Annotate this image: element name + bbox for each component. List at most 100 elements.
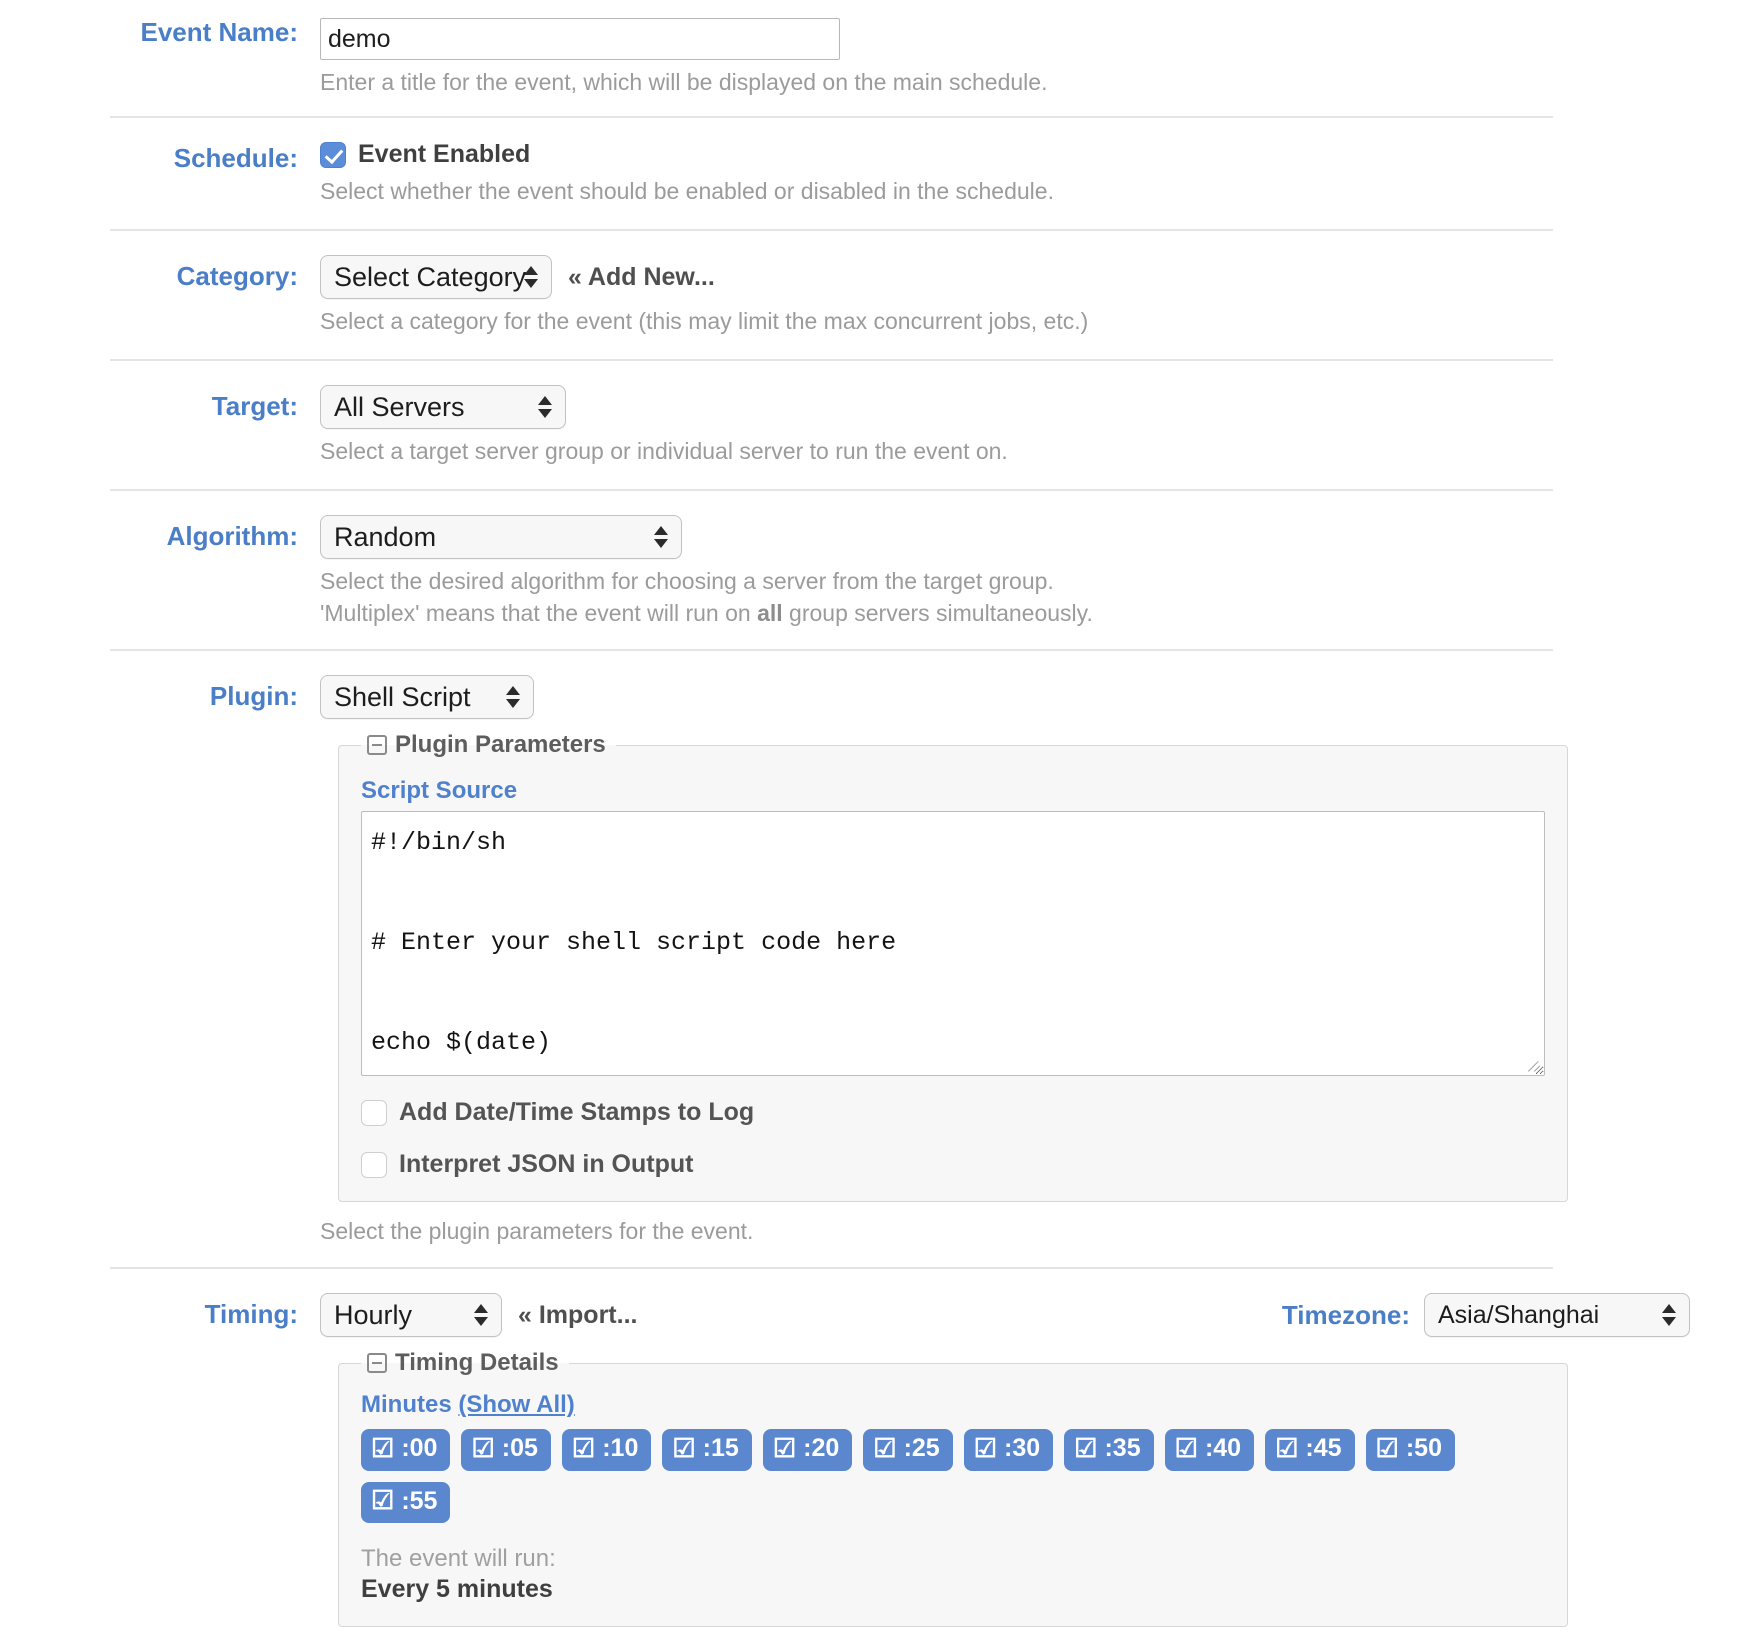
minute-chip[interactable]: ☑:55 (361, 1481, 451, 1523)
minute-chip-label: :45 (1305, 1434, 1342, 1463)
interpret-json-checkbox[interactable] (361, 1151, 387, 1178)
minute-chip-label: :35 (1104, 1434, 1141, 1463)
event-enabled-checkbox[interactable] (320, 141, 346, 168)
timing-import-link[interactable]: « Import... (518, 1301, 637, 1330)
script-source-wrapper: #!/bin/sh # Enter your shell script code… (361, 811, 1545, 1077)
algorithm-hint-bold: all (757, 600, 783, 627)
form-row-event-name: Event Name: Enter a title for the event,… (0, 0, 1758, 116)
minute-chip[interactable]: ☑:50 (1365, 1429, 1455, 1471)
minutes-show-all-link[interactable]: (Show All) (458, 1391, 574, 1418)
target-label: Target: (211, 391, 298, 422)
timing-select[interactable]: Hourly (320, 1293, 502, 1338)
checked-box-icon: ☑ (571, 1432, 596, 1463)
sort-arrows-icon (474, 1300, 488, 1330)
plugin-select[interactable]: Shell Script (320, 675, 534, 720)
minute-chip[interactable]: ☑:05 (461, 1429, 551, 1471)
minutes-chip-list: ☑:00 ☑:05 ☑:10 ☑:15 ☑:20 ☑:25 ☑:30 ☑:35 … (361, 1429, 1545, 1523)
minute-chip-label: :00 (401, 1434, 438, 1463)
plugin-options-list: Add Date/Time Stamps to Log Interpret JS… (361, 1098, 1545, 1179)
plugin-parameters-legend: Plugin Parameters (361, 731, 616, 759)
add-datetime-stamps-label: Add Date/Time Stamps to Log (399, 1098, 755, 1127)
plugin-parameters-fieldset: Plugin Parameters Script Source #!/bin/s… (338, 731, 1568, 1203)
algorithm-select[interactable]: Random (320, 515, 682, 560)
timing-label: Timing: (204, 1299, 298, 1330)
target-select-value: All Servers (334, 392, 465, 423)
event-name-label: Event Name: (140, 17, 299, 47)
algorithm-hint-line2: 'Multiplex' means that the event will ru… (320, 598, 1758, 629)
target-hint: Select a target server group or individu… (320, 438, 1008, 465)
sort-arrows-icon (538, 392, 552, 422)
sort-arrows-icon (506, 682, 520, 712)
minutes-header: Minutes (Show All) (361, 1391, 1545, 1419)
target-select[interactable]: All Servers (320, 385, 566, 430)
plugin-select-value: Shell Script (334, 682, 471, 713)
form-row-timing: Timing: Hourly « Import... Timezone: Asi… (0, 1269, 1758, 1637)
timezone-label: Timezone: (1281, 1299, 1410, 1330)
minute-chip-label: :30 (1004, 1434, 1041, 1463)
checked-box-icon: ☑ (672, 1432, 696, 1463)
checked-box-icon: ☑ (973, 1432, 998, 1463)
form-row-target: Target: All Servers Select a target serv… (0, 361, 1758, 489)
category-select-value: Select Category (334, 262, 527, 293)
will-run-label: The event will run: (361, 1544, 556, 1572)
interpret-json-row[interactable]: Interpret JSON in Output (361, 1150, 1545, 1179)
checked-box-icon: ☑ (772, 1432, 797, 1463)
category-select[interactable]: Select Category (320, 255, 552, 300)
timezone-group: Timezone: Asia/Shanghai (1281, 1293, 1758, 1338)
minute-chip-label: :50 (1405, 1434, 1442, 1463)
checked-box-icon: ☑ (1074, 1432, 1098, 1463)
event-edit-form: Event Name: Enter a title for the event,… (0, 0, 1758, 1637)
event-enabled-label: Event Enabled (358, 140, 531, 169)
form-row-category: Category: Select Category « Add New... S… (0, 231, 1758, 359)
category-add-new-link[interactable]: « Add New... (568, 263, 715, 292)
event-name-input[interactable] (320, 18, 840, 60)
minute-chip-label: :05 (501, 1434, 538, 1463)
form-row-schedule: Schedule: Event Enabled Select whether t… (0, 118, 1758, 229)
algorithm-label: Algorithm: (166, 521, 298, 552)
timing-details-fieldset: Timing Details Minutes (Show All) ☑:00 ☑… (338, 1349, 1568, 1627)
checked-box-icon: ☑ (1174, 1432, 1198, 1463)
minute-chip-label: :10 (602, 1434, 639, 1463)
collapse-icon[interactable] (367, 1353, 387, 1374)
add-datetime-stamps-checkbox[interactable] (361, 1099, 387, 1126)
minutes-label: Minutes (361, 1391, 452, 1419)
minute-chip-label: :20 (803, 1434, 840, 1463)
timing-select-value: Hourly (334, 1300, 413, 1331)
form-row-algorithm: Algorithm: Random Select the desired alg… (0, 491, 1758, 649)
sort-arrows-icon (654, 522, 668, 552)
checked-box-icon: ☑ (873, 1432, 897, 1463)
minute-chip[interactable]: ☑:35 (1064, 1429, 1154, 1471)
add-datetime-stamps-row[interactable]: Add Date/Time Stamps to Log (361, 1098, 1545, 1127)
form-row-plugin: Plugin: Shell Script Plugin Parameters S… (0, 651, 1758, 1267)
checked-box-icon: ☑ (371, 1485, 395, 1516)
minute-chip[interactable]: ☑:15 (662, 1429, 752, 1471)
event-enabled-row[interactable]: Event Enabled (320, 140, 1758, 169)
minute-chip-label: :55 (401, 1486, 438, 1515)
timezone-select[interactable]: Asia/Shanghai (1424, 1293, 1690, 1338)
sort-arrows-icon (1662, 1300, 1676, 1330)
minute-chip[interactable]: ☑:30 (963, 1429, 1054, 1471)
category-label: Category: (176, 261, 298, 292)
minute-chip[interactable]: ☑:25 (863, 1429, 953, 1471)
minute-chip[interactable]: ☑:20 (762, 1429, 853, 1471)
minute-chip-label: :40 (1204, 1434, 1242, 1463)
checked-box-icon: ☑ (471, 1432, 495, 1463)
timing-header: Hourly « Import... Timezone: Asia/Shangh… (320, 1293, 1758, 1338)
minute-chip[interactable]: ☑:00 (361, 1429, 451, 1471)
category-hint: Select a category for the event (this ma… (320, 308, 1089, 335)
plugin-parameters-legend-text: Plugin Parameters (395, 731, 606, 759)
minute-chip[interactable]: ☑:40 (1164, 1429, 1255, 1471)
checked-box-icon: ☑ (371, 1432, 395, 1463)
checked-box-icon: ☑ (1375, 1432, 1399, 1463)
algorithm-hint-line1: Select the desired algorithm for choosin… (320, 568, 1054, 595)
algorithm-select-value: Random (334, 522, 437, 553)
algorithm-hint-post: group servers simultaneously. (782, 600, 1093, 627)
event-name-hint: Enter a title for the event, which will … (320, 69, 1048, 95)
sort-arrows-icon (524, 262, 538, 292)
minute-chip[interactable]: ☑:10 (561, 1429, 652, 1471)
plugin-hint: Select the plugin parameters for the eve… (320, 1218, 754, 1245)
minute-chip[interactable]: ☑:45 (1265, 1429, 1355, 1471)
minute-chip-label: :25 (903, 1434, 940, 1463)
script-source-textarea[interactable]: #!/bin/sh # Enter your shell script code… (361, 811, 1545, 1077)
collapse-icon[interactable] (367, 735, 387, 756)
